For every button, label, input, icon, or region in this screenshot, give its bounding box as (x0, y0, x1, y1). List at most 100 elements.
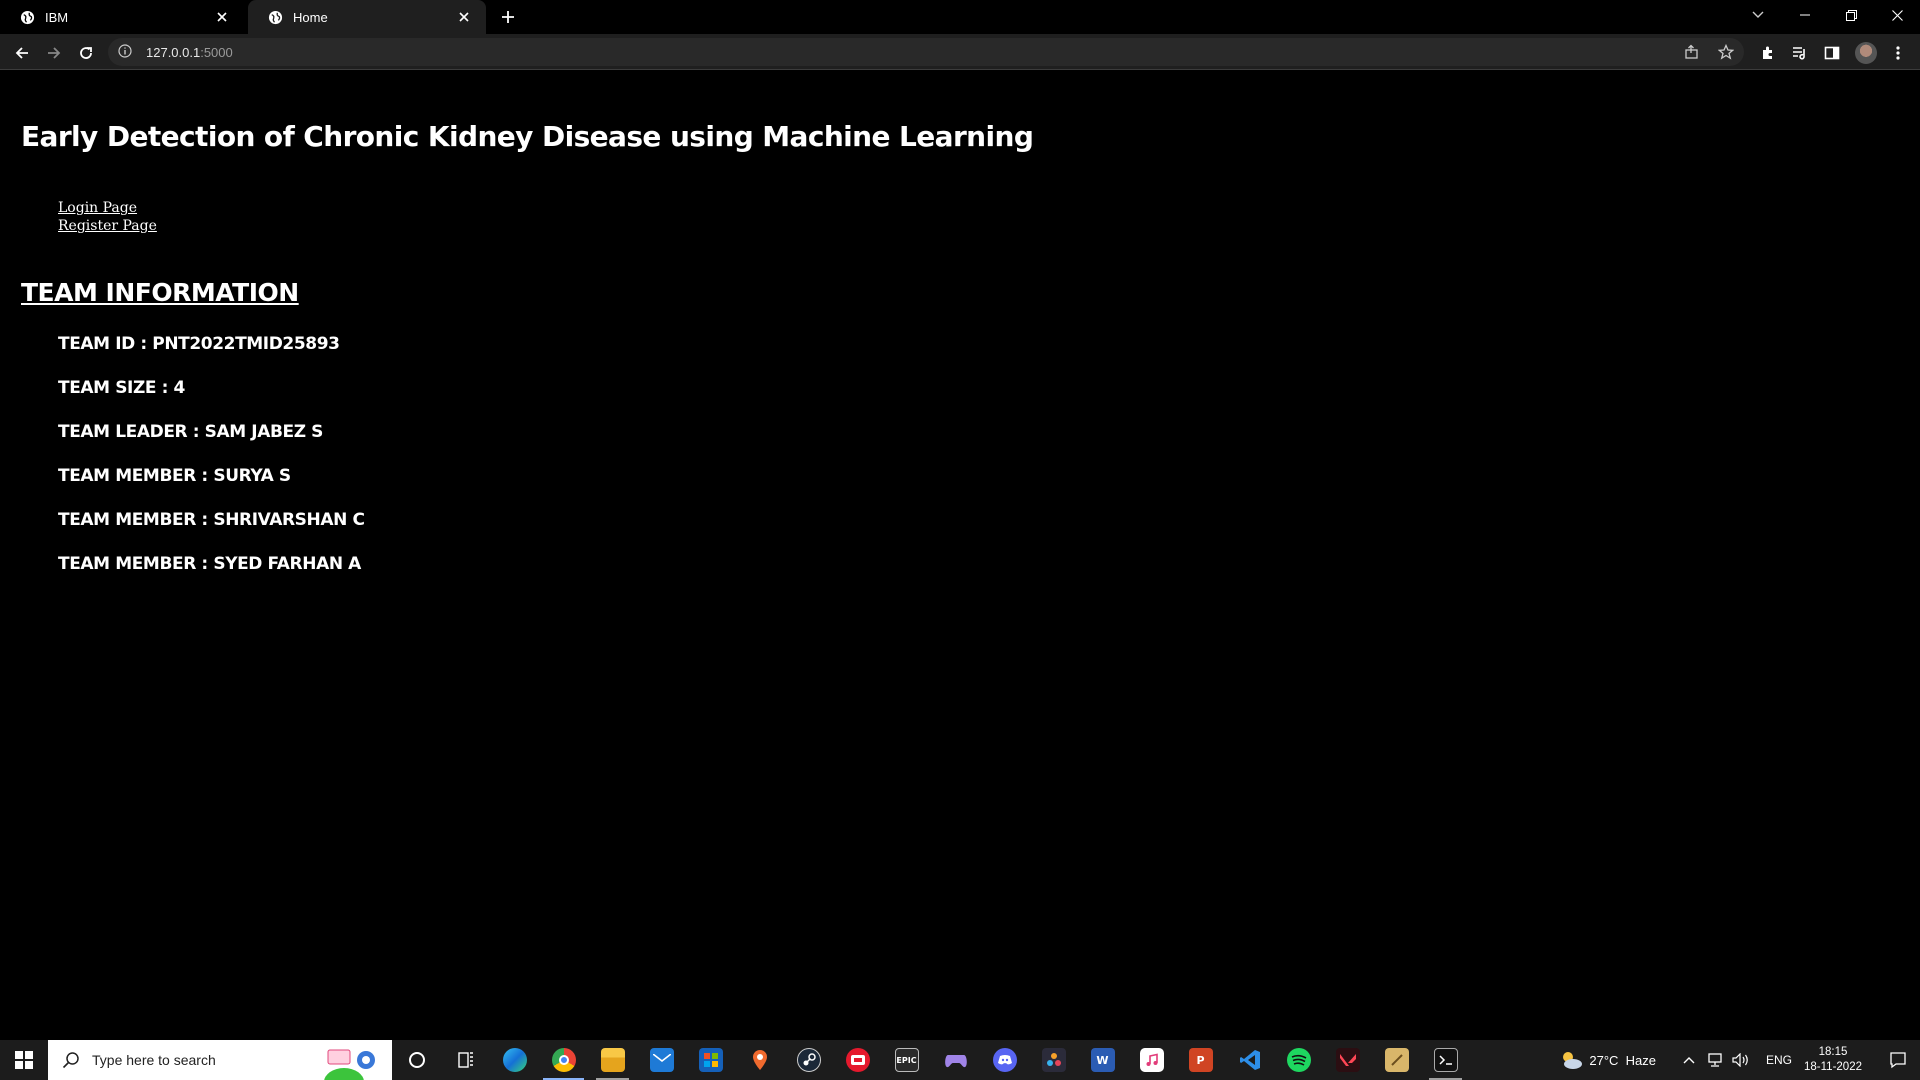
davinci-resolve-button[interactable] (1029, 1040, 1078, 1080)
browser-tabstrip: IBM Home (0, 0, 1920, 34)
mail-icon (649, 1048, 674, 1072)
new-tab-button[interactable] (496, 6, 520, 28)
game-controller-button[interactable] (931, 1040, 980, 1080)
team-member: TEAM MEMBER : SHRIVARSHAN C (58, 510, 365, 530)
maps-button[interactable] (735, 1040, 784, 1080)
team-size: TEAM SIZE : 4 (58, 378, 185, 398)
notifications-button[interactable] (1876, 1040, 1920, 1080)
minimize-icon (1800, 14, 1810, 16)
taskbar: Type here to search EPIC W P 27°C Haze E… (0, 1040, 1920, 1080)
itunes-button[interactable] (1127, 1040, 1176, 1080)
cortana-icon (408, 1052, 425, 1068)
notes-button[interactable] (1372, 1040, 1421, 1080)
globe-icon (268, 10, 283, 25)
discord-icon (992, 1048, 1017, 1072)
valorant-button[interactable] (1323, 1040, 1372, 1080)
task-view-button[interactable] (441, 1040, 490, 1080)
weather-haze-icon (1563, 1052, 1583, 1069)
store-button[interactable] (686, 1040, 735, 1080)
edge-icon (502, 1048, 527, 1072)
chevron-up-icon[interactable] (1678, 1049, 1700, 1071)
powerpoint-icon: P (1188, 1048, 1213, 1072)
taskbar-search[interactable]: Type here to search (48, 1040, 392, 1080)
system-tray: 27°C Haze ENG 18:15 18-11-2022 (1559, 1040, 1920, 1080)
notification-icon (1890, 1052, 1906, 1069)
app-red-button[interactable] (833, 1040, 882, 1080)
page-content: Early Detection of Chronic Kidney Diseas… (0, 71, 1920, 1040)
game-controller-icon (944, 1048, 968, 1072)
task-view-icon (457, 1052, 473, 1068)
more-vertical-icon (1896, 46, 1900, 60)
bookmark-star-icon[interactable] (1716, 42, 1736, 62)
team-leader: TEAM LEADER : SAM JABEZ S (58, 422, 324, 442)
info-icon[interactable] (118, 44, 134, 60)
network-icon[interactable] (1704, 1049, 1726, 1071)
browser-toolbar: 127.0.0.1:5000 (0, 34, 1920, 70)
cortana-button[interactable] (392, 1040, 441, 1080)
file-explorer-button[interactable] (588, 1040, 637, 1080)
weather-widget[interactable]: 27°C Haze (1559, 1049, 1656, 1071)
tab-ibm[interactable]: IBM (0, 0, 244, 34)
valorant-icon (1335, 1048, 1360, 1072)
close-icon[interactable] (456, 9, 472, 25)
clock[interactable]: 18:15 18-11-2022 (1804, 1045, 1862, 1075)
puzzle-icon (1763, 46, 1772, 59)
notes-icon (1384, 1048, 1409, 1072)
close-icon (1891, 9, 1903, 21)
epic-games-icon: EPIC (894, 1048, 919, 1072)
reload-button[interactable] (72, 39, 100, 67)
language-indicator[interactable]: ENG (1766, 1053, 1792, 1067)
davinci-resolve-icon (1041, 1048, 1066, 1072)
team-id: TEAM ID : PNT2022TMID25893 (58, 334, 340, 354)
spotify-button[interactable] (1274, 1040, 1323, 1080)
epic-games-button[interactable]: EPIC (882, 1040, 931, 1080)
start-button[interactable] (0, 1040, 48, 1080)
menu-button[interactable] (1884, 39, 1912, 67)
login-page-link[interactable]: Login Page (58, 199, 157, 217)
steam-button[interactable] (784, 1040, 833, 1080)
minimize-button[interactable] (1782, 0, 1828, 30)
address-bar[interactable]: 127.0.0.1:5000 (108, 38, 1744, 66)
tab-search-button[interactable] (1738, 0, 1778, 30)
search-placeholder: Type here to search (92, 1052, 216, 1068)
tab-title: Home (293, 9, 328, 25)
maps-icon (748, 1048, 772, 1072)
mail-button[interactable] (637, 1040, 686, 1080)
discord-button[interactable] (980, 1040, 1029, 1080)
clock-date: 18-11-2022 (1804, 1061, 1862, 1073)
terminal-button[interactable] (1421, 1040, 1470, 1080)
terminal-icon (1433, 1048, 1458, 1072)
app-red-icon (845, 1048, 870, 1072)
edge-button[interactable] (490, 1040, 539, 1080)
arrow-right-icon (48, 47, 61, 59)
share-icon[interactable] (1682, 42, 1702, 62)
close-icon[interactable] (214, 9, 230, 25)
side-panel-button[interactable] (1818, 39, 1846, 67)
tab-home[interactable]: Home (248, 0, 486, 34)
extensions-button[interactable] (1754, 39, 1782, 67)
media-queue-icon (1793, 47, 1805, 60)
profile-button[interactable] (1852, 39, 1880, 67)
powerpoint-button[interactable]: P (1176, 1040, 1225, 1080)
close-window-button[interactable] (1874, 0, 1920, 30)
vscode-icon (1238, 1048, 1262, 1072)
nav-links: Login Page Register Page (58, 199, 157, 235)
team-info-list: TEAM ID : PNT2022TMID25893 TEAM SIZE : 4… (58, 333, 365, 597)
page-title: Early Detection of Chronic Kidney Diseas… (21, 120, 1034, 153)
vscode-button[interactable] (1225, 1040, 1274, 1080)
search-icon (62, 1051, 80, 1069)
itunes-icon (1139, 1048, 1164, 1072)
chrome-icon (551, 1048, 576, 1072)
team-member: TEAM MEMBER : SURYA S (58, 466, 291, 486)
plus-icon (502, 11, 514, 23)
search-highlight-icon (324, 1049, 375, 1080)
word-button[interactable]: W (1078, 1040, 1127, 1080)
register-page-link[interactable]: Register Page (58, 217, 157, 235)
chrome-button[interactable] (539, 1040, 588, 1080)
back-button[interactable] (8, 39, 36, 67)
forward-button[interactable] (40, 39, 68, 67)
reading-list-button[interactable] (1786, 39, 1814, 67)
restore-icon (1845, 9, 1857, 21)
volume-icon[interactable] (1730, 1049, 1752, 1071)
restore-button[interactable] (1828, 0, 1874, 30)
